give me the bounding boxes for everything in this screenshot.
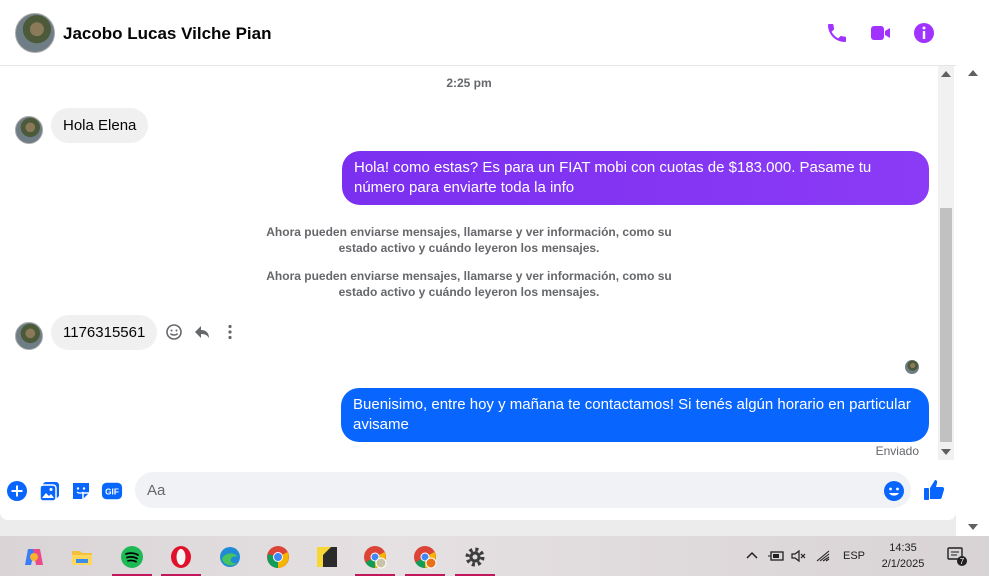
- sticker-icon[interactable]: [70, 480, 92, 502]
- message-thread: 2:25 pm Hola Elena Hola! como estas? Es …: [0, 66, 938, 460]
- contact-avatar[interactable]: [15, 13, 55, 53]
- edge-icon[interactable]: [210, 540, 250, 574]
- more-options-icon[interactable]: [221, 323, 239, 341]
- taskbar: ESP 14:35 2/1/2025 7: [0, 536, 989, 576]
- sticky-notes-icon[interactable]: [307, 540, 347, 574]
- system-notice: Ahora pueden enviarse mensajes, llamarse…: [266, 225, 672, 255]
- gif-label: GIF: [105, 488, 119, 497]
- page-scroll-down-icon[interactable]: [968, 524, 978, 530]
- sender-avatar[interactable]: [15, 322, 43, 350]
- file-explorer-icon[interactable]: [62, 540, 102, 574]
- reply-icon[interactable]: [193, 323, 211, 341]
- video-icon[interactable]: [868, 21, 892, 45]
- message-input[interactable]: Aa: [135, 472, 911, 508]
- contact-name[interactable]: Jacobo Lucas Vilche Pian: [63, 24, 272, 44]
- settings-icon[interactable]: [455, 540, 495, 576]
- chevron-up-icon[interactable]: [745, 549, 759, 563]
- incoming-message[interactable]: Hola Elena: [51, 108, 149, 143]
- page-scrollbar[interactable]: [956, 0, 989, 536]
- speaker-muted-icon[interactable]: [791, 549, 807, 563]
- copilot-icon[interactable]: [14, 540, 54, 574]
- emoji-icon[interactable]: [883, 480, 905, 502]
- chrome-icon[interactable]: [258, 540, 298, 574]
- message-composer: GIF Aa: [0, 462, 956, 520]
- spotify-icon[interactable]: [112, 540, 152, 576]
- notification-icon[interactable]: 7: [947, 546, 967, 566]
- phone-icon[interactable]: [825, 21, 849, 45]
- gif-icon[interactable]: GIF: [101, 480, 125, 502]
- clock[interactable]: 14:35 2/1/2025: [872, 540, 934, 572]
- chrome-profile-2-icon[interactable]: [405, 540, 445, 576]
- sender-avatar[interactable]: [15, 116, 43, 144]
- opera-icon[interactable]: [161, 540, 201, 576]
- message-actions: [165, 323, 239, 341]
- message-status: Enviado: [875, 444, 919, 458]
- plus-icon[interactable]: [6, 480, 28, 502]
- battery-icon[interactable]: [767, 549, 785, 563]
- chat-window: Jacobo Lucas Vilche Pian 2:25 pm Hola El…: [0, 0, 956, 520]
- message-timestamp: 2:25 pm: [446, 76, 492, 90]
- system-notice: Ahora pueden enviarse mensajes, llamarse…: [266, 269, 672, 299]
- outgoing-message[interactable]: Buenisimo, entre hoy y mañana te contact…: [341, 388, 929, 442]
- read-receipt-avatar: [905, 360, 919, 374]
- scroll-up-icon[interactable]: [941, 71, 951, 77]
- wifi-icon[interactable]: [815, 549, 831, 563]
- chrome-profile-icon[interactable]: [355, 540, 395, 576]
- chat-header: Jacobo Lucas Vilche Pian: [0, 0, 956, 66]
- clock-time: 14:35: [889, 542, 917, 554]
- photo-icon[interactable]: [39, 480, 61, 502]
- outgoing-message[interactable]: Hola! como estas? Es para un FIAT mobi c…: [342, 151, 929, 205]
- react-emoji-icon[interactable]: [165, 323, 183, 341]
- language-indicator[interactable]: ESP: [843, 550, 865, 562]
- incoming-message[interactable]: 1176315561: [51, 315, 158, 350]
- system-tray: ESP: [745, 536, 865, 576]
- clock-date: 2/1/2025: [881, 558, 925, 570]
- notification-count: 7: [960, 557, 965, 566]
- scroll-thumb[interactable]: [940, 208, 952, 442]
- thread-scrollbar[interactable]: [938, 66, 954, 460]
- page-scroll-up-icon[interactable]: [968, 70, 978, 76]
- info-icon[interactable]: [912, 21, 936, 45]
- thumbs-up-icon[interactable]: [922, 478, 946, 502]
- scroll-down-icon[interactable]: [941, 449, 951, 455]
